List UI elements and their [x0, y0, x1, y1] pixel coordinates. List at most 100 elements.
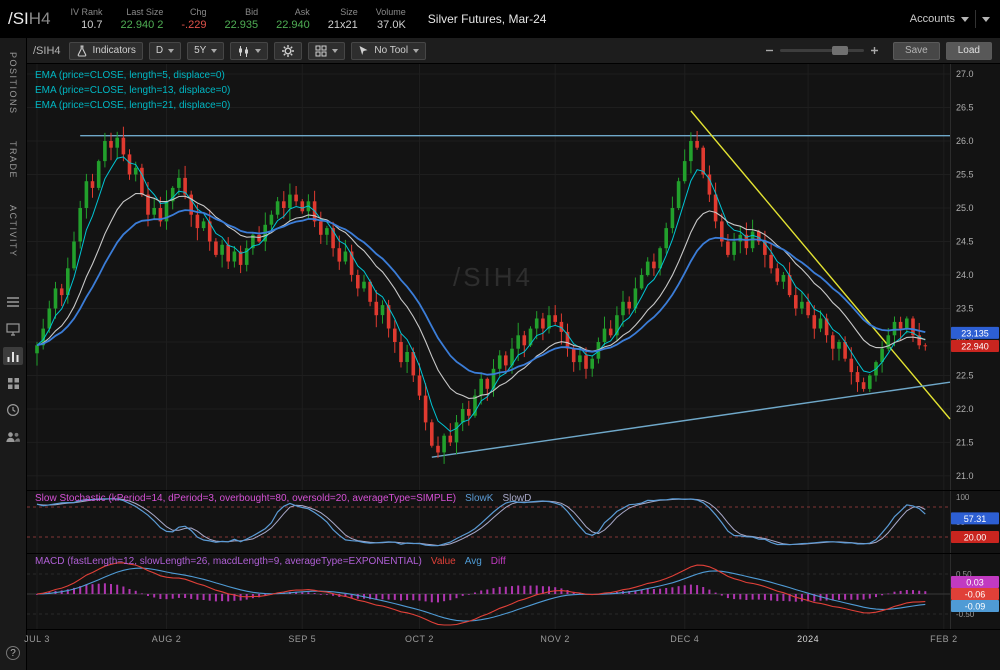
- ema21-label[interactable]: EMA (price=CLOSE, length=21, displace=0): [35, 98, 230, 113]
- chevron-down-icon: [211, 49, 217, 53]
- macd-panel: 0.500.00-0.500.03-0.06-0.09 MACD (fastLe…: [27, 554, 1000, 630]
- accounts-menu[interactable]: Accounts: [910, 10, 990, 28]
- macd-study-label[interactable]: MACD (fastLength=12, slowLength=26, macd…: [35, 556, 422, 567]
- svg-text:21.0: 21.0: [956, 471, 974, 481]
- chevron-down-icon: [413, 49, 419, 53]
- svg-text:25.0: 25.0: [956, 203, 974, 213]
- svg-text:27.0: 27.0: [956, 69, 974, 79]
- instrument-description: Silver Futures, Mar-24: [428, 12, 547, 26]
- load-button[interactable]: Load: [946, 42, 992, 60]
- indicators-label: Indicators: [93, 45, 136, 56]
- candlestick-icon: [237, 45, 250, 57]
- stat-value: 22.940: [276, 19, 310, 31]
- chart-module: /SIH4 Indicators D 5Y: [27, 38, 1000, 670]
- left-sidebar: POSITIONS TRADE ACTIVITY: [0, 38, 27, 670]
- help-icon[interactable]: ?: [6, 646, 20, 660]
- gear-icon: [281, 44, 295, 58]
- time-axis-label: JUL 3: [24, 634, 50, 644]
- zoom-slider-handle[interactable]: [832, 46, 848, 55]
- slowd-label[interactable]: SlowD: [502, 493, 531, 504]
- macd-value-label[interactable]: Value: [431, 556, 456, 567]
- watchlist-icon[interactable]: [3, 293, 23, 311]
- svg-text:100: 100: [956, 493, 970, 502]
- time-axis-label: SEP 5: [288, 634, 316, 644]
- zoom-out-icon[interactable]: [765, 46, 774, 55]
- quote-header: /SI H4 IV Rank 10.7 Last Size 22.940 2 C…: [0, 0, 1000, 38]
- stat-label: Size: [340, 7, 358, 17]
- sidebar-tab-activity[interactable]: ACTIVITY: [8, 205, 18, 258]
- indicators-button[interactable]: Indicators: [69, 42, 143, 60]
- time-axis[interactable]: JUL 3AUG 2SEP 5OCT 2NOV 2DEC 42024FEB 2: [27, 630, 1000, 650]
- price-chart-panel: 27.026.526.025.525.024.524.023.523.022.5…: [27, 64, 1000, 491]
- stochastic-panel: 1005057.3120.00 Slow Stochastic (kPeriod…: [27, 491, 1000, 554]
- stat-iv-rank: IV Rank 10.7: [71, 7, 103, 31]
- tool-label: No Tool: [374, 45, 408, 56]
- stat-label: Chg: [190, 7, 207, 17]
- study-labels: EMA (price=CLOSE, length=5, displace=0) …: [35, 68, 230, 113]
- time-axis-label: AUG 2: [152, 634, 182, 644]
- trading-platform-window: /SI H4 IV Rank 10.7 Last Size 22.940 2 C…: [0, 0, 1000, 670]
- svg-text:23.135: 23.135: [961, 328, 989, 338]
- stat-volume: Volume 37.0K: [376, 7, 406, 31]
- symbol-title: /SI H4: [8, 9, 51, 29]
- stat-value: 10.7: [81, 19, 102, 31]
- sidebar-icon-strip: [3, 293, 23, 446]
- bottom-filler: [27, 650, 1000, 670]
- sidebar-tab-positions[interactable]: POSITIONS: [8, 52, 18, 115]
- zoom-slider[interactable]: [780, 49, 864, 52]
- stat-value: 37.0K: [377, 19, 406, 31]
- chart-toolbar: /SIH4 Indicators D 5Y: [27, 38, 1000, 64]
- header-divider: [975, 10, 976, 28]
- grid-layout-dropdown[interactable]: [308, 42, 345, 60]
- aggregation-dropdown[interactable]: D: [149, 42, 181, 60]
- stat-label: Ask: [295, 7, 310, 17]
- stochastic-label-row: Slow Stochastic (kPeriod=14, dPeriod=3, …: [35, 493, 531, 504]
- stat-ask: Ask 22.940: [276, 7, 310, 31]
- symbol-contract: H4: [29, 9, 51, 29]
- stat-value: 22.935: [224, 19, 258, 31]
- toolbar-symbol: /SIH4: [33, 45, 61, 57]
- chart-type-dropdown[interactable]: [230, 42, 268, 60]
- svg-text:26.5: 26.5: [956, 103, 974, 113]
- chart-settings-button[interactable]: [274, 42, 302, 60]
- apps-grid-icon[interactable]: [3, 374, 23, 392]
- price-chart-canvas[interactable]: 27.026.526.025.525.024.524.023.523.022.5…: [27, 64, 1000, 490]
- svg-text:25.5: 25.5: [956, 170, 974, 180]
- stat-chg: Chg -.229: [181, 7, 206, 31]
- ema13-label[interactable]: EMA (price=CLOSE, length=13, displace=0): [35, 83, 230, 98]
- chart-icon[interactable]: [3, 347, 23, 365]
- users-icon[interactable]: [3, 428, 23, 446]
- clock-icon[interactable]: [3, 401, 23, 419]
- stat-last-size: Last Size 22.940 2: [121, 7, 164, 31]
- accounts-label: Accounts: [910, 13, 955, 25]
- monitor-icon[interactable]: [3, 320, 23, 338]
- time-axis-label: FEB 2: [930, 634, 958, 644]
- svg-text:24.5: 24.5: [956, 237, 974, 247]
- chevron-down-icon: [168, 49, 174, 53]
- zoom-in-icon[interactable]: [870, 46, 879, 55]
- svg-text:/SIH4: /SIH4: [453, 262, 533, 292]
- ema5-label[interactable]: EMA (price=CLOSE, length=5, displace=0): [35, 68, 230, 83]
- svg-text:0.03: 0.03: [966, 578, 984, 588]
- svg-text:22.940: 22.940: [961, 341, 989, 351]
- svg-text:26.0: 26.0: [956, 136, 974, 146]
- stat-label: Volume: [376, 7, 406, 17]
- macd-avg-label[interactable]: Avg: [465, 556, 482, 567]
- chevron-down-icon: [332, 49, 338, 53]
- drawing-tool-dropdown[interactable]: No Tool: [351, 42, 426, 60]
- slowk-label[interactable]: SlowK: [465, 493, 493, 504]
- svg-text:-0.09: -0.09: [965, 602, 986, 612]
- macd-diff-label[interactable]: Diff: [491, 556, 506, 567]
- range-dropdown[interactable]: 5Y: [187, 42, 224, 60]
- svg-text:22.0: 22.0: [956, 404, 974, 414]
- stochastic-study-label[interactable]: Slow Stochastic (kPeriod=14, dPeriod=3, …: [35, 493, 456, 504]
- svg-text:20.00: 20.00: [964, 533, 987, 543]
- stat-value: -.229: [181, 19, 206, 31]
- time-axis-label: 2024: [797, 634, 819, 644]
- svg-text:22.5: 22.5: [956, 370, 974, 380]
- sidebar-tab-trade[interactable]: TRADE: [8, 141, 18, 179]
- stat-value: 22.940 2: [121, 19, 164, 31]
- range-value: 5Y: [194, 45, 206, 56]
- chevron-down-icon: [961, 17, 969, 22]
- save-button[interactable]: Save: [893, 42, 940, 60]
